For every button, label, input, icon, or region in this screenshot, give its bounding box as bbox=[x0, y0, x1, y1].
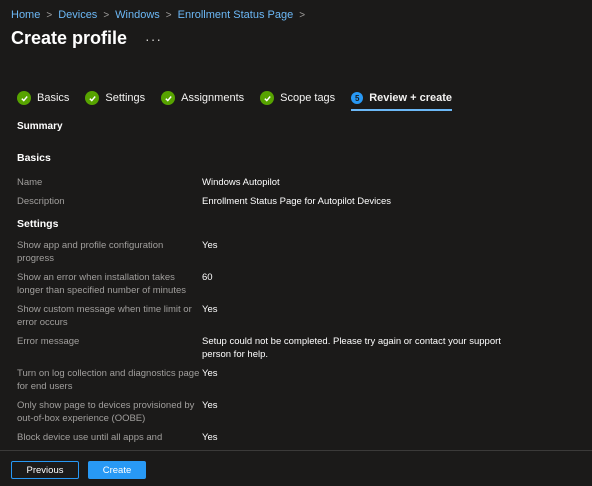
tab-review-create[interactable]: 5 Review + create bbox=[351, 88, 453, 111]
summary-row: Show app and profile configuration progr… bbox=[17, 239, 577, 265]
page-title: Create profile bbox=[11, 28, 128, 48]
checkmark-icon bbox=[260, 91, 275, 105]
summary-row: Name Windows Autopilot bbox=[17, 176, 577, 189]
checkmark-icon bbox=[161, 91, 176, 105]
chevron-right-icon: > bbox=[165, 9, 172, 21]
row-label: Turn on log collection and diagnostics p… bbox=[17, 368, 200, 392]
row-label: Show app and profile configuration progr… bbox=[17, 240, 164, 264]
tab-label: Review + create bbox=[369, 92, 453, 104]
review-content[interactable]: Summary Basics Name Windows Autopilot De… bbox=[17, 120, 577, 448]
summary-label: Summary bbox=[17, 121, 63, 132]
summary-row: Block device use until all apps and Yes bbox=[17, 431, 577, 444]
tab-label: Settings bbox=[105, 92, 146, 104]
previous-button[interactable]: Previous bbox=[11, 461, 79, 479]
checkmark-icon bbox=[85, 91, 100, 105]
row-value: Windows Autopilot bbox=[202, 177, 280, 188]
row-label: Only show page to devices provisioned by… bbox=[17, 400, 195, 424]
footer-bar: Previous Create bbox=[0, 450, 592, 486]
row-value: Yes bbox=[202, 432, 218, 443]
settings-heading: Settings bbox=[17, 218, 59, 230]
chevron-right-icon: > bbox=[103, 9, 110, 21]
summary-row: Show an error when installation takes lo… bbox=[17, 271, 577, 297]
tab-settings[interactable]: Settings bbox=[85, 88, 145, 108]
summary-row: Show custom message when time limit or e… bbox=[17, 303, 577, 329]
checkmark-icon bbox=[17, 91, 31, 105]
tab-basics[interactable]: Basics bbox=[17, 88, 69, 108]
row-label: Show custom message when time limit or e… bbox=[17, 304, 192, 328]
summary-row: Turn on log collection and diagnostics p… bbox=[17, 367, 577, 393]
title-row: Create profile ··· bbox=[11, 28, 162, 49]
breadcrumb-home[interactable]: Home bbox=[11, 9, 40, 21]
create-button[interactable]: Create bbox=[88, 461, 146, 479]
row-value: Yes bbox=[202, 400, 218, 411]
tab-label: Basics bbox=[37, 92, 70, 104]
tab-assignments[interactable]: Assignments bbox=[161, 88, 244, 108]
breadcrumb-windows[interactable]: Windows bbox=[115, 9, 160, 21]
step-number-icon: 5 bbox=[351, 92, 364, 104]
row-value: Yes bbox=[202, 368, 218, 379]
breadcrumb-enrollment-status-page[interactable]: Enrollment Status Page bbox=[178, 9, 294, 21]
row-value: 60 bbox=[202, 272, 213, 283]
wizard-tabs: Basics Settings Assignments Scope tags 5… bbox=[17, 88, 468, 111]
summary-row: Error message Setup could not be complet… bbox=[17, 335, 577, 361]
row-label: Name bbox=[17, 177, 43, 188]
row-value: Yes bbox=[202, 240, 218, 251]
breadcrumb: Home > Devices > Windows > Enrollment St… bbox=[11, 9, 305, 21]
row-label: Block device use until all apps and bbox=[17, 432, 163, 443]
more-options-icon[interactable]: ··· bbox=[145, 31, 162, 47]
row-label: Show an error when installation takes lo… bbox=[17, 272, 186, 296]
tab-label: Scope tags bbox=[280, 92, 336, 104]
chevron-right-icon: > bbox=[46, 9, 53, 21]
chevron-right-icon: > bbox=[299, 9, 306, 21]
row-label: Description bbox=[17, 196, 65, 207]
tab-label: Assignments bbox=[181, 92, 245, 104]
row-value: Yes bbox=[202, 304, 218, 315]
summary-row: Only show page to devices provisioned by… bbox=[17, 399, 577, 425]
tab-scope-tags[interactable]: Scope tags bbox=[260, 88, 335, 108]
breadcrumb-devices[interactable]: Devices bbox=[58, 9, 97, 21]
row-value: Enrollment Status Page for Autopilot Dev… bbox=[202, 196, 392, 207]
row-value: Setup could not be completed. Please try… bbox=[202, 336, 501, 360]
row-label: Error message bbox=[17, 336, 80, 347]
basics-heading: Basics bbox=[17, 152, 51, 164]
summary-row: Description Enrollment Status Page for A… bbox=[17, 195, 577, 208]
